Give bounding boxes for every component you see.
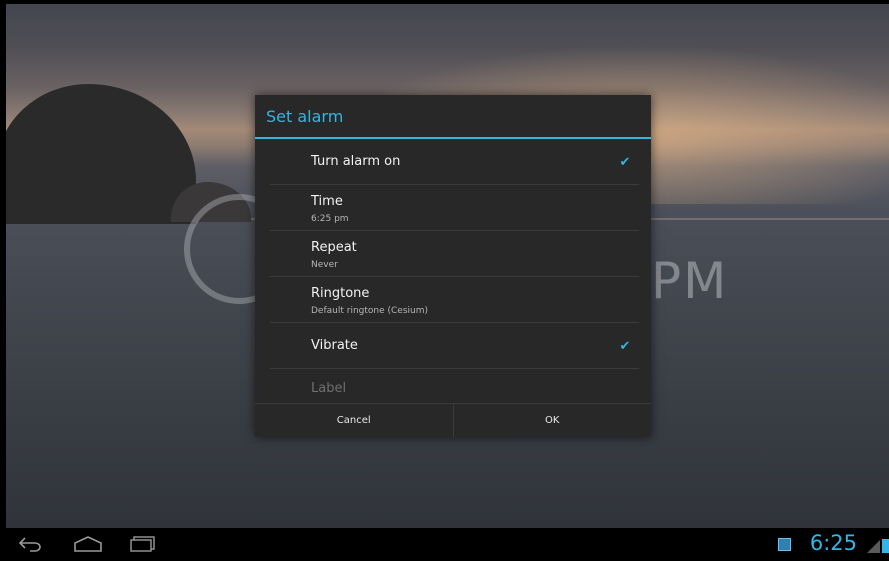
turn-alarm-on-row[interactable]: Turn alarm on ✔ [270, 139, 639, 185]
time-row[interactable]: Time 6:25 pm [270, 185, 639, 231]
time-value: 6:25 pm [311, 214, 349, 224]
dialog-title: Set alarm [255, 95, 651, 139]
vibrate-row[interactable]: Vibrate ✔ [270, 323, 639, 369]
ringtone-label: Ringtone [311, 286, 370, 301]
island-silhouette [6, 84, 196, 224]
ringtone-value: Default ringtone (Cesium) [311, 306, 429, 316]
vibrate-checkbox-icon[interactable]: ✔ [618, 340, 632, 354]
back-icon[interactable] [18, 536, 42, 556]
sync-icon [778, 538, 791, 551]
time-label: Time [311, 194, 343, 209]
turn-alarm-on-label: Turn alarm on [311, 154, 401, 169]
background-clock-ampm: PM [651, 252, 729, 310]
label-row[interactable]: Label [270, 369, 639, 405]
ringtone-row[interactable]: Ringtone Default ringtone (Cesium) [270, 277, 639, 323]
battery-icon [882, 539, 889, 553]
status-clock: 6:25 [809, 531, 857, 555]
vibrate-label: Vibrate [311, 338, 358, 353]
label-label: Label [311, 381, 347, 396]
recent-apps-icon[interactable] [130, 536, 156, 556]
cancel-button[interactable]: Cancel [255, 404, 454, 437]
system-navigation-bar: 6:25 [0, 528, 889, 561]
repeat-row[interactable]: Repeat Never [270, 231, 639, 277]
repeat-label: Repeat [311, 240, 357, 255]
turn-alarm-on-checkbox-icon[interactable]: ✔ [618, 156, 632, 170]
set-alarm-dialog: Set alarm Turn alarm on ✔ Time 6:25 pm R… [255, 95, 651, 437]
dialog-button-bar: Cancel OK [255, 403, 651, 437]
ok-button[interactable]: OK [454, 404, 652, 437]
home-icon[interactable] [73, 536, 103, 556]
signal-icon [867, 540, 880, 553]
repeat-value: Never [311, 260, 338, 270]
